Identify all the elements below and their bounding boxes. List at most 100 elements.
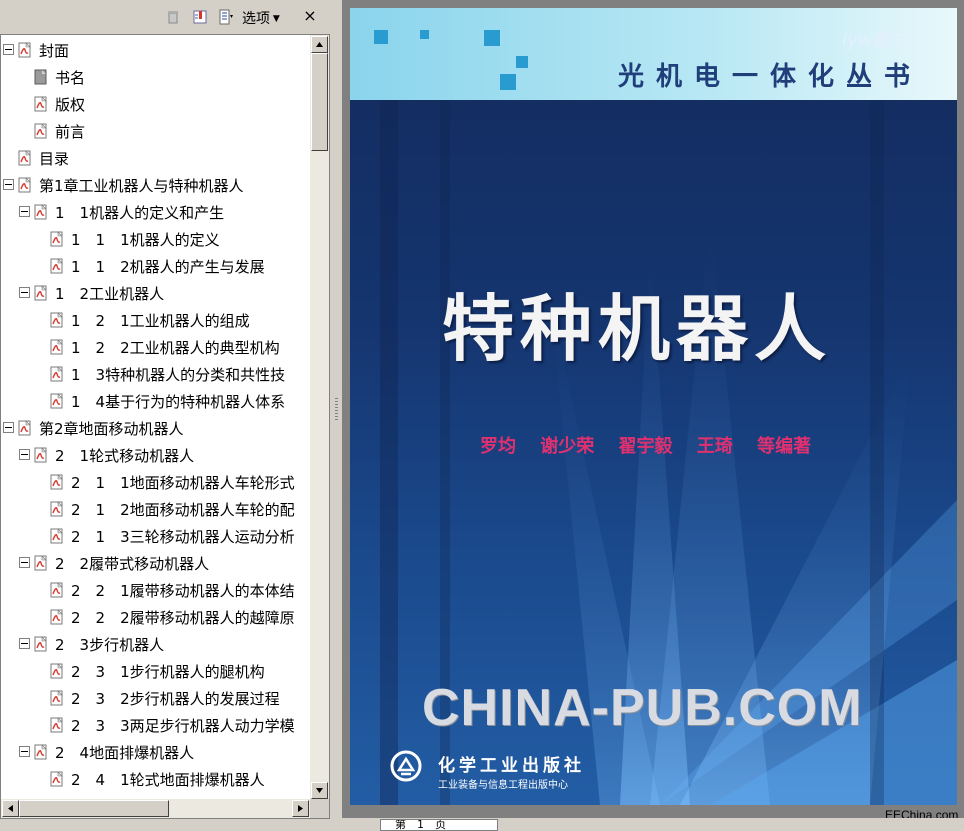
bookmark-label: 2 3 1步行机器人的腿机构 xyxy=(71,663,265,681)
arrow-right-icon xyxy=(298,805,303,812)
bookmark-label: 2 1 2地面移动机器人车轮的配 xyxy=(71,501,295,519)
vertical-scrollbar[interactable] xyxy=(310,35,329,800)
collapse-toggle[interactable] xyxy=(19,746,30,757)
bookmark-label: 1 2 1工业机器人的组成 xyxy=(71,312,250,330)
bookmark-label: 2 3 3两足步行机器人动力学模 xyxy=(71,717,295,735)
pdf-page-icon xyxy=(34,744,47,760)
bookmark-item[interactable]: 2 3 1步行机器人的腿机构 xyxy=(35,659,310,685)
bookmark-item[interactable]: 1 4基于行为的特种机器人体系 xyxy=(35,389,310,415)
bookmark-item[interactable]: 2 1轮式移动机器人 xyxy=(19,443,310,469)
bookmark-item[interactable]: 2 2 1履带移动机器人的本体结 xyxy=(35,578,310,604)
bookmark-item[interactable]: 2 4 1轮式地面排爆机器人 xyxy=(35,767,310,793)
bookmark-item[interactable]: 2 1 1地面移动机器人车轮形式 xyxy=(35,470,310,496)
arrow-down-icon xyxy=(316,788,323,793)
bookmark-item[interactable]: 目录 xyxy=(3,146,310,172)
bookmarks-panel: 选项 ▼ × 封面书名版权前言目录第1章工业机器人与特种机器人 1 1机器人的定义… xyxy=(0,0,332,828)
bookmark-item[interactable]: 1 2 2工业机器人的典型机构 xyxy=(35,335,310,361)
bookmark-tree: 封面书名版权前言目录第1章工业机器人与特种机器人 1 1机器人的定义和产生 1 1 … xyxy=(0,34,330,819)
bookmarks-toolbar: 选项 ▼ × xyxy=(0,0,332,34)
collapse-toggle[interactable] xyxy=(19,638,30,649)
collapse-toggle[interactable] xyxy=(3,422,14,433)
bookmark-item[interactable]: 1 2 1工业机器人的组成 xyxy=(35,308,310,334)
bookmark-label: 1 4基于行为的特种机器人体系 xyxy=(71,393,286,411)
options-list-icon[interactable] xyxy=(218,9,234,25)
chevron-down-icon: ▼ xyxy=(270,14,280,24)
pdf-page-icon xyxy=(34,96,47,112)
pdf-page-icon xyxy=(34,636,47,652)
document-view[interactable]: 光机电一体化丛书 lyw藏书 特种机器人 罗均 谢少荣 翟宇毅 王琦 等编著 C… xyxy=(342,0,964,828)
scroll-right-button[interactable] xyxy=(292,800,309,817)
bookmark-label: 2 2 1履带移动机器人的本体结 xyxy=(71,582,295,600)
pdf-page-icon xyxy=(50,582,63,598)
bookmark-item[interactable]: 2 1 2地面移动机器人车轮的配 xyxy=(35,497,310,523)
bookmark-item[interactable]: 1 2工业机器人 xyxy=(19,281,310,307)
panel-splitter[interactable] xyxy=(332,0,342,828)
bookmark-item[interactable]: 1 1机器人的定义和产生 xyxy=(19,200,310,226)
pdf-page-icon xyxy=(50,528,63,544)
collapse-toggle[interactable] xyxy=(19,449,30,460)
decor-square xyxy=(500,74,516,90)
pdf-page-icon xyxy=(18,42,31,58)
bookmark-label: 书名 xyxy=(55,69,86,87)
bookmark-item[interactable]: 2 2 2履带移动机器人的越障原 xyxy=(35,605,310,631)
bookmark-label: 2 2履带式移动机器人 xyxy=(55,555,210,573)
bookmark-item[interactable]: 第1章工业机器人与特种机器人 xyxy=(3,173,310,199)
publisher-imprint: 工业装备与信息工程出版中心 xyxy=(438,780,568,791)
bookmark-item[interactable]: 版权 xyxy=(19,92,310,118)
pdf-page-icon xyxy=(50,501,63,517)
trash-icon[interactable] xyxy=(165,9,181,25)
pdf-page-icon xyxy=(18,420,31,436)
options-menu-button[interactable]: 选项 ▼ xyxy=(242,8,280,28)
collapse-toggle[interactable] xyxy=(19,287,30,298)
bookmark-list: 封面书名版权前言目录第1章工业机器人与特种机器人 1 1机器人的定义和产生 1 1 … xyxy=(1,35,310,800)
bookmark-label: 1 2工业机器人 xyxy=(55,285,165,303)
bookmark-label: 目录 xyxy=(39,150,70,168)
bookmark-label: 1 1 1机器人的定义 xyxy=(71,231,220,249)
bookmark-label: 2 4地面排爆机器人 xyxy=(55,744,195,762)
pdf-page-icon xyxy=(50,609,63,625)
bookmark-item[interactable]: 2 1 3三轮移动机器人运动分析 xyxy=(35,524,310,550)
bookmark-label: 第2章地面移动机器人 xyxy=(39,420,184,438)
bookmark-label: 版权 xyxy=(55,96,86,114)
bookmark-item[interactable]: 书名 xyxy=(19,65,310,91)
cover-header-band: 光机电一体化丛书 lyw藏书 xyxy=(350,8,957,100)
pdf-page-icon xyxy=(50,663,63,679)
arrow-up-icon xyxy=(316,42,323,47)
bookmark-item[interactable]: 前言 xyxy=(19,119,310,145)
bookmark-item[interactable]: 2 4地面排爆机器人 xyxy=(19,740,310,766)
bookmark-icon[interactable] xyxy=(192,9,208,25)
scroll-up-button[interactable] xyxy=(311,36,328,53)
scrollbar-corner xyxy=(310,799,329,818)
publisher-logo-icon xyxy=(390,750,422,782)
publisher-name: 化学工业出版社 xyxy=(438,756,585,776)
pdf-page-icon xyxy=(50,312,63,328)
collapse-toggle[interactable] xyxy=(3,179,14,190)
bookmark-item[interactable]: 第2章地面移动机器人 xyxy=(3,416,310,442)
gray-page-icon xyxy=(34,69,47,85)
bookmark-item[interactable]: 2 3步行机器人 xyxy=(19,632,310,658)
horizontal-scroll-thumb[interactable] xyxy=(19,800,169,817)
vertical-scroll-thumb[interactable] xyxy=(311,53,328,151)
splitter-grip[interactable] xyxy=(335,398,338,422)
close-button[interactable]: × xyxy=(302,6,318,25)
bookmark-item[interactable]: 2 3 3两足步行机器人动力学模 xyxy=(35,713,310,739)
bookmark-item[interactable]: 1 1 2机器人的产生与发展 xyxy=(35,254,310,280)
bookmark-item[interactable]: 1 3特种机器人的分类和共性技 xyxy=(35,362,310,388)
arrow-left-icon xyxy=(8,805,13,812)
bookmark-item[interactable]: 2 3 2步行机器人的发展过程 xyxy=(35,686,310,712)
bookmark-item[interactable]: 2 2履带式移动机器人 xyxy=(19,551,310,577)
bookmark-item[interactable]: 1 1 1机器人的定义 xyxy=(35,227,310,253)
owner-stamp: lyw藏书 xyxy=(842,30,909,51)
bookmark-item[interactable]: 封面 xyxy=(3,38,310,64)
scroll-down-button[interactable] xyxy=(311,782,328,799)
horizontal-scrollbar[interactable] xyxy=(1,799,310,818)
collapse-toggle[interactable] xyxy=(3,44,14,55)
bookmark-label: 1 2 2工业机器人的典型机构 xyxy=(71,339,280,357)
pdf-page-icon xyxy=(34,447,47,463)
scroll-left-button[interactable] xyxy=(2,800,19,817)
collapse-toggle[interactable] xyxy=(19,206,30,217)
status-bar: 第 1 页 xyxy=(342,818,964,831)
page-number-field[interactable]: 第 1 页 xyxy=(380,819,498,831)
collapse-toggle[interactable] xyxy=(19,557,30,568)
pdf-page: 光机电一体化丛书 lyw藏书 特种机器人 罗均 谢少荣 翟宇毅 王琦 等编著 C… xyxy=(350,8,957,805)
